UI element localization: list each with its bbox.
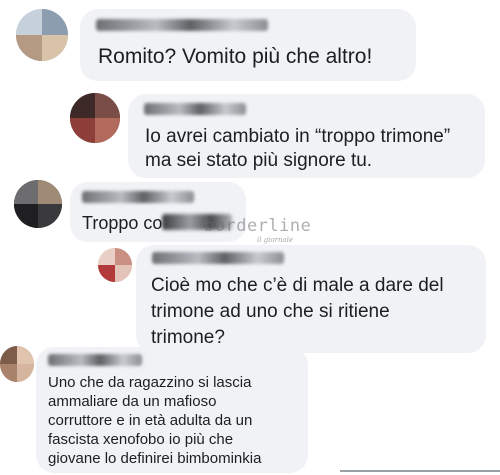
comment-text: Uno che da ragazzino si lascia ammaliare…: [48, 374, 262, 467]
blurred-author-name[interactable]: [82, 191, 194, 203]
watermark: borderline: [204, 216, 312, 236]
avatar[interactable]: [14, 180, 62, 228]
avatar[interactable]: [0, 346, 34, 382]
blurred-author-name[interactable]: [96, 19, 268, 31]
avatar[interactable]: [70, 93, 120, 143]
watermark-subtitle: il giornale: [257, 236, 294, 244]
comment-text: Cioè mo che c’è di male a dare del trimo…: [151, 275, 444, 348]
comment-text: Troppo co: [82, 213, 163, 233]
blurred-author-name[interactable]: [152, 252, 284, 264]
blurred-author-name[interactable]: [144, 103, 246, 115]
blurred-author-name[interactable]: [48, 354, 142, 366]
divider: [340, 470, 500, 472]
avatar[interactable]: [16, 9, 68, 61]
comment-text: Io avrei cambiato in “troppo trimone” ma…: [145, 126, 451, 171]
avatar[interactable]: [98, 248, 132, 282]
comment-text: Romito? Vomito più che altro!: [98, 45, 373, 68]
